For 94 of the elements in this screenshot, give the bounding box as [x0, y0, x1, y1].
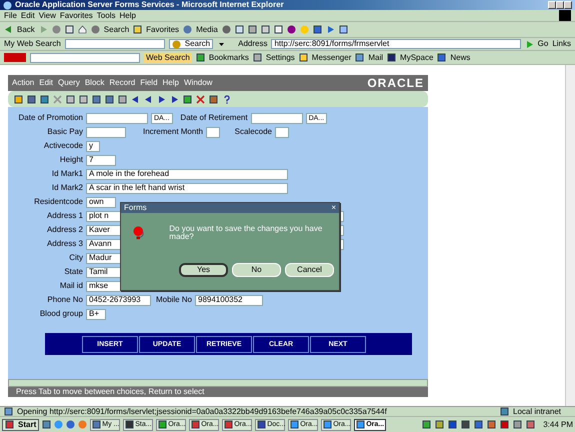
input-field[interactable]: own — [86, 196, 116, 208]
dialog-button[interactable]: Cancel — [285, 263, 334, 277]
hint-message: Press Tab to move between choices, Return to select — [16, 387, 204, 396]
field-label: Date of Retirement — [179, 114, 249, 122]
yahoo-search-field[interactable] — [30, 52, 140, 62]
go-arrow-icon — [524, 40, 534, 48]
restore-button[interactable] — [556, 1, 564, 9]
favorites-button[interactable]: Favorites — [133, 25, 180, 34]
applet-menu-item[interactable]: Action — [12, 79, 34, 87]
applet-menu-item[interactable]: Field — [140, 79, 158, 87]
input-field[interactable]: 9894100352 — [195, 294, 263, 306]
links-button[interactable]: Links — [552, 40, 571, 48]
clock: 3:44 PM — [543, 420, 573, 428]
field-label: Residentcode — [33, 198, 84, 206]
first-record-icon[interactable] — [131, 94, 140, 104]
input-field[interactable]: A mole in the forehead — [86, 168, 288, 180]
applet-menu-item[interactable]: Window — [184, 79, 212, 87]
field-label: Mobile No — [154, 296, 193, 304]
search-field[interactable] — [64, 39, 165, 49]
input-field[interactable]: 7 — [86, 154, 116, 166]
security-zone: Local intranet — [513, 408, 562, 416]
status-text: Opening http://serc:8091/forms/lservlet;jsessionid=0a0a0a3322bb49d9163befe746a39a05c0c335a7544f — [17, 408, 388, 416]
toolbar-menu[interactable]: Messenger — [298, 53, 352, 62]
dialog-button[interactable]: No — [232, 263, 281, 277]
input-field[interactable] — [86, 112, 148, 124]
input-field[interactable]: A scar in the left hand wrist — [86, 182, 288, 194]
input-field[interactable]: y — [86, 140, 100, 152]
applet-menu-item[interactable]: Record — [109, 79, 136, 87]
toolbar-menu[interactable]: News — [437, 53, 470, 62]
field-label: Id Mark1 — [50, 170, 84, 178]
next-record-icon[interactable] — [157, 94, 166, 104]
field-label: Height — [58, 156, 84, 164]
applet-menu-item[interactable]: Query — [58, 79, 80, 87]
search-button[interactable]: Search — [90, 25, 130, 34]
field-label: Date of Promotion — [18, 114, 84, 122]
close-button[interactable] — [564, 1, 572, 9]
field-label: Address 1 — [46, 212, 84, 220]
input-field[interactable]: 0452-2673993 — [86, 294, 151, 306]
toolbar-menu[interactable]: Mail — [355, 53, 384, 62]
field-label: Blood group — [38, 310, 84, 318]
dialog-message: Do you want to save the changes you have made? — [169, 225, 324, 241]
toolbar-menu[interactable]: Settings — [252, 53, 295, 62]
alarm-bell-icon — [133, 225, 146, 241]
input-field[interactable] — [206, 126, 220, 138]
input-field[interactable] — [86, 126, 126, 138]
field-label: Activecode — [42, 142, 84, 150]
home-icon[interactable] — [78, 25, 87, 34]
menu-item[interactable]: Help — [119, 12, 136, 20]
help-icon[interactable] — [222, 94, 231, 104]
dialog-button[interactable]: Yes — [179, 263, 228, 277]
close-button[interactable]: × — [331, 204, 336, 212]
vertical-scrollbar[interactable] — [565, 65, 575, 406]
back-button[interactable]: Back — [4, 25, 35, 34]
search-label: My Web Search — [4, 40, 61, 48]
last-record-icon[interactable] — [170, 94, 179, 104]
menu-item[interactable]: Tools — [96, 12, 116, 20]
field-label: Phone No — [46, 296, 84, 304]
previous-record-icon[interactable] — [144, 94, 153, 104]
field-label: Address 3 — [46, 240, 84, 248]
field-label: Basic Pay — [46, 128, 84, 136]
menu-item[interactable]: View — [38, 12, 56, 20]
minimize-button[interactable] — [548, 1, 556, 9]
input-field[interactable] — [250, 112, 303, 124]
dialog-title: Forms — [124, 204, 147, 212]
applet-menu-item[interactable]: Help — [162, 79, 179, 87]
window-title: Oracle Application Server Forms Services - Microsoft Internet Explorer — [15, 1, 285, 9]
address-label: Address — [238, 40, 268, 48]
toolbar-menu[interactable]: Bookmarks — [196, 53, 249, 62]
oracle-logo: ORACLE — [367, 77, 424, 89]
field-label: Increment Month — [142, 128, 204, 136]
web-search-button[interactable]: Web Search — [144, 52, 192, 62]
field-label: Id Mark2 — [50, 184, 84, 192]
input-field[interactable] — [275, 126, 289, 138]
delete-record-icon[interactable] — [196, 94, 205, 104]
go-button[interactable]: Go — [524, 40, 548, 48]
field-label: City — [68, 254, 84, 262]
field-label: Scalecode — [234, 128, 273, 136]
menu-item[interactable]: File — [4, 12, 17, 20]
menu-item[interactable]: Edit — [20, 12, 35, 20]
toolbar-menu[interactable]: MySpace — [387, 53, 434, 62]
start-button[interactable]: Start — [2, 418, 40, 430]
address-field[interactable]: http://serc:8091/forms/frmservlet — [271, 39, 521, 49]
pointer-icon[interactable] — [326, 25, 335, 34]
field-label: Mail id — [58, 282, 84, 290]
applet-menu-item[interactable]: Block — [84, 79, 104, 87]
menu-item[interactable]: Favorites — [60, 12, 93, 20]
input-field[interactable]: B+ — [86, 308, 106, 320]
applet-menu-item[interactable]: Edit — [39, 79, 54, 87]
field-label: Address 2 — [46, 226, 84, 234]
search-button[interactable]: Search — [168, 39, 214, 49]
field-label: State — [63, 268, 84, 276]
media-button[interactable]: Media — [183, 25, 218, 34]
horizontal-scrollbar[interactable] — [8, 379, 428, 387]
back-arrow-icon — [4, 25, 13, 34]
